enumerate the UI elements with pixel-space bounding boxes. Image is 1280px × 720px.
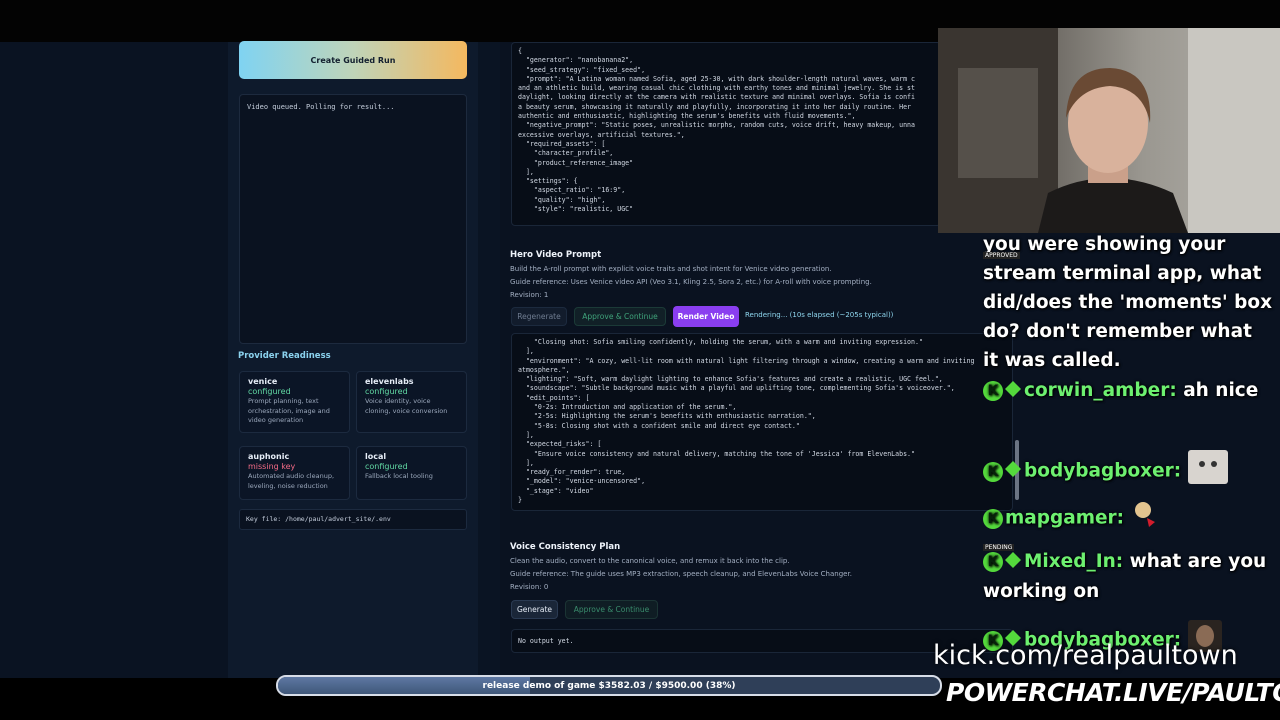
run-log-output: Video queued. Polling for result... bbox=[239, 94, 467, 344]
voice-panel-description: Clean the audio, convert to the canonica… bbox=[510, 557, 790, 565]
voice-panel-guide: Guide reference: The guide uses MP3 extr… bbox=[510, 570, 852, 578]
generate-button[interactable]: Generate bbox=[511, 600, 558, 619]
kick-channel-url: kick.com/realpaultown bbox=[933, 640, 1238, 671]
provider-status: configured bbox=[365, 462, 408, 471]
chat-message: Kcorwin_amber: ah nice bbox=[983, 376, 1273, 406]
hero-approve-continue-button[interactable]: Approve & Continue bbox=[574, 307, 666, 326]
webcam-person-image bbox=[938, 28, 1280, 233]
hero-panel-guide: Guide reference: Uses Venice video API (… bbox=[510, 278, 872, 286]
provider-status: configured bbox=[248, 387, 291, 396]
provider-name: local bbox=[365, 452, 387, 461]
provider-card-auphonic: auphonic missing key Automated audio cle… bbox=[239, 446, 350, 500]
gem-badge-icon bbox=[1005, 457, 1021, 486]
kick-icon: K bbox=[983, 381, 1003, 401]
render-video-button[interactable]: Render Video bbox=[673, 306, 739, 327]
voice-panel-revision: Revision: 0 bbox=[510, 583, 549, 591]
cat-emote-icon bbox=[1187, 450, 1228, 493]
render-status: Rendering... (10s elapsed (~205s typical… bbox=[745, 311, 894, 319]
hero-panel-revision: Revision: 1 bbox=[510, 291, 549, 299]
column-divider bbox=[478, 42, 500, 678]
voice-approve-continue-button[interactable]: Approve & Continue bbox=[565, 600, 658, 619]
key-file-path: Key file: /home/paul/advert_site/.env bbox=[239, 509, 467, 530]
donation-goal-text: release demo of game $3582.03 / $9500.00… bbox=[482, 680, 736, 691]
doll-emote-icon bbox=[1131, 500, 1157, 537]
gem-badge-icon bbox=[1005, 377, 1021, 406]
chat-message: Kbodybagboxer: bbox=[983, 450, 1273, 493]
left-gutter bbox=[0, 42, 228, 678]
donation-goal-bar: release demo of game $3582.03 / $9500.00… bbox=[276, 675, 942, 696]
provider-description: Voice identity, voice cloning, voice con… bbox=[365, 397, 448, 415]
gem-badge-icon bbox=[1005, 548, 1021, 577]
chat-username: bodybagboxer: bbox=[1024, 460, 1182, 482]
provider-readiness-heading: Provider Readiness bbox=[238, 351, 331, 361]
provider-description: Prompt planning, text orchestration, ima… bbox=[248, 397, 330, 424]
webcam-feed bbox=[938, 28, 1280, 233]
hero-panel-description: Build the A-roll prompt with explicit vo… bbox=[510, 265, 832, 273]
provider-name: venice bbox=[248, 377, 278, 386]
kick-icon: K bbox=[983, 552, 1003, 572]
provider-status: configured bbox=[365, 387, 408, 396]
chat-username: Mixed_In: bbox=[1024, 551, 1124, 572]
provider-description: Fallback local tooling bbox=[365, 472, 433, 480]
chat-username: corwin_amber: bbox=[1024, 380, 1177, 401]
provider-card-elevenlabs: elevenlabs configured Voice identity, vo… bbox=[356, 371, 467, 433]
provider-card-local: local configured Fallback local tooling bbox=[356, 446, 467, 500]
regenerate-button[interactable]: Regenerate bbox=[511, 307, 567, 326]
hero-prompt-json[interactable]: "Closing shot: Sofia smiling confidently… bbox=[511, 333, 1013, 511]
chat-message: you were showing your stream terminal ap… bbox=[983, 230, 1273, 375]
chat-message: K Mixed_In: what are you working on bbox=[983, 547, 1273, 606]
powerchat-url: POWERCHAT.LIVE/PAULTOWN bbox=[946, 678, 1280, 707]
kick-icon: K bbox=[983, 508, 1003, 529]
hero-panel-title: Hero Video Prompt bbox=[510, 250, 602, 260]
chat-message: Kmapgamer: bbox=[983, 500, 1273, 537]
image-prompt-json[interactable]: { "generator": "nanobanana2", "seed_stra… bbox=[511, 42, 941, 226]
chat-text: ah nice bbox=[1183, 380, 1259, 401]
provider-card-venice: venice configured Prompt planning, text … bbox=[239, 371, 350, 433]
provider-status: missing key bbox=[248, 462, 296, 471]
chat-text: you were showing your stream terminal ap… bbox=[983, 234, 1273, 371]
kick-icon: K bbox=[983, 461, 1003, 482]
provider-name: auphonic bbox=[248, 452, 290, 461]
provider-description: Automated audio cleanup, leveling, noise… bbox=[248, 472, 335, 490]
approved-tag: APPROVED bbox=[983, 252, 1020, 259]
create-guided-run-button[interactable]: Create Guided Run bbox=[239, 41, 467, 79]
chat-username: mapgamer: bbox=[1005, 507, 1125, 529]
voice-panel-title: Voice Consistency Plan bbox=[510, 542, 621, 552]
provider-name: elevenlabs bbox=[365, 377, 414, 386]
